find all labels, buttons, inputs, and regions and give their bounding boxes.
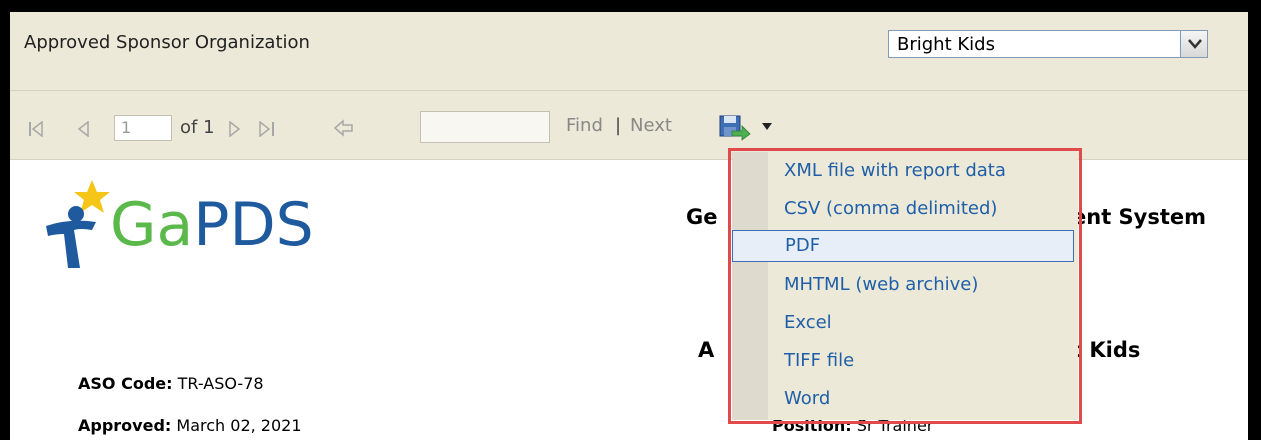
export-button[interactable]: [718, 113, 778, 141]
approved-label: Approved:: [78, 416, 172, 435]
first-page-icon[interactable]: [28, 121, 46, 137]
report-subtitle-right-fragment: t Kids: [1072, 338, 1141, 362]
chevron-down-icon: [1188, 39, 1202, 49]
chevron-down-icon[interactable]: [762, 123, 772, 131]
aso-code-value: TR-ASO-78: [177, 374, 264, 393]
logo-pds-text: PDS: [193, 190, 314, 260]
aso-code-label: ASO Code:: [78, 374, 173, 393]
report-subtitle-left-fragment: A: [698, 338, 715, 362]
find-link[interactable]: Find: [566, 115, 603, 136]
find-next-link[interactable]: Next: [630, 115, 672, 136]
sponsor-organization-select[interactable]: Bright Kids: [888, 30, 1208, 58]
back-icon[interactable]: [334, 119, 354, 137]
report-title-right-fragment: ent System: [1072, 205, 1207, 229]
parameter-area: Approved Sponsor Organization Bright Kid…: [10, 12, 1248, 91]
parameter-label: Approved Sponsor Organization: [24, 32, 310, 53]
approved-field: Approved: March 02, 2021: [78, 416, 302, 435]
report-title-left-fragment: Ge: [686, 205, 718, 229]
save-export-icon[interactable]: [718, 113, 758, 141]
sponsor-organization-value: Bright Kids: [897, 34, 995, 55]
current-page-input[interactable]: 1: [114, 115, 172, 141]
page-count-label: of 1: [180, 117, 215, 138]
logo-wordmark: GaPDS: [110, 190, 314, 260]
report-viewer: Approved Sponsor Organization Bright Kid…: [10, 12, 1248, 440]
find-text-input[interactable]: [420, 111, 550, 143]
logo-ga-text: Ga: [110, 190, 194, 260]
find-separator: |: [615, 115, 622, 136]
last-page-icon[interactable]: [258, 121, 276, 137]
next-page-icon[interactable]: [228, 121, 242, 137]
highlight-outline: [728, 148, 1082, 424]
approved-value: March 02, 2021: [176, 416, 302, 435]
previous-page-icon[interactable]: [76, 121, 90, 137]
logo-person-star-icon: [46, 180, 110, 268]
dropdown-button[interactable]: [1180, 30, 1208, 58]
gapds-logo: GaPDS: [40, 172, 360, 272]
aso-code-field: ASO Code: TR-ASO-78: [78, 374, 264, 393]
